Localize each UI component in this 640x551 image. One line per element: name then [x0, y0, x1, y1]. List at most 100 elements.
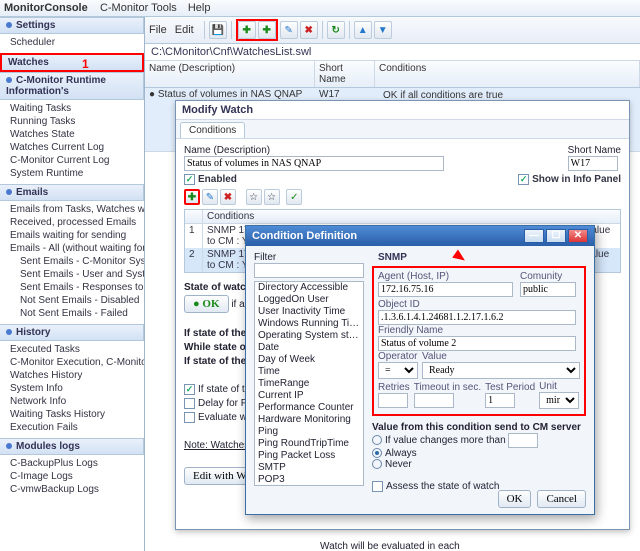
cond-add-icon[interactable]: ✚	[184, 189, 200, 205]
sidebar-item-scheduler[interactable]: Scheduler	[10, 36, 144, 49]
down-icon[interactable]: ▼	[374, 21, 392, 39]
value-select[interactable]: Ready	[422, 362, 580, 379]
friendly-input[interactable]	[378, 336, 576, 351]
filter-input[interactable]	[254, 263, 364, 278]
cond-down-icon[interactable]: ☆	[264, 189, 280, 205]
sidebar-item[interactable]: Sent Emails - C-Monitor System Messages	[10, 255, 144, 268]
retries-input[interactable]	[378, 393, 408, 408]
type-list-item[interactable]: POP3	[255, 474, 363, 486]
sidebar-item[interactable]: Emails waiting for sending	[10, 229, 144, 242]
short-input[interactable]	[568, 156, 618, 171]
edit-icon[interactable]: ✎	[280, 21, 298, 39]
sidebar-item[interactable]: Watches State	[10, 128, 144, 141]
type-list-item[interactable]: Date	[255, 342, 363, 354]
sidebar-item-watches[interactable]: Watches 1	[0, 53, 144, 72]
radio-changes[interactable]	[372, 435, 382, 445]
panel-settings[interactable]: Settings	[0, 17, 144, 34]
ok-button[interactable]: OK	[498, 490, 532, 508]
close-icon[interactable]: ✕	[568, 229, 588, 243]
changes-input[interactable]	[508, 433, 538, 448]
save-icon[interactable]: 💾	[209, 21, 227, 39]
panel-runtime[interactable]: C-Monitor Runtime Information's	[0, 72, 144, 100]
sidebar-item[interactable]: Network Info	[10, 395, 144, 408]
sidebar-item[interactable]: Waiting Tasks History	[10, 408, 144, 421]
radio-always[interactable]	[372, 448, 382, 458]
enabled-checkbox[interactable]: ✓	[184, 174, 195, 185]
cancel-button[interactable]: Cancel	[537, 490, 586, 508]
type-list-item[interactable]: TimeRange	[255, 378, 363, 390]
chk-state[interactable]: ✓	[184, 384, 195, 395]
type-list-item[interactable]: LoggedOn User	[255, 294, 363, 306]
sidebar-item[interactable]: Emails from Tasks, Watches waiting for s…	[10, 203, 144, 216]
sidebar-item[interactable]: Emails - All (without waiting for sendin…	[10, 242, 144, 255]
assess-checkbox[interactable]	[372, 481, 383, 492]
menu-help[interactable]: Help	[188, 2, 211, 14]
operator-select[interactable]: =	[378, 362, 418, 379]
sidebar-item[interactable]: System Runtime	[10, 167, 144, 180]
type-list-item[interactable]: SMTP	[255, 462, 363, 474]
sidebar-item[interactable]: System Info	[10, 382, 144, 395]
type-list-item[interactable]: Operating System started	[255, 330, 363, 342]
panel-history[interactable]: History	[0, 324, 144, 341]
type-list-item[interactable]: Directory Accessible	[255, 282, 363, 294]
cond-up-icon[interactable]: ☆	[246, 189, 262, 205]
cond-del-icon[interactable]: ✖	[220, 189, 236, 205]
state-ok-button[interactable]: ● OK	[184, 295, 229, 313]
community-input[interactable]	[520, 282, 576, 297]
sidebar-item[interactable]: C-BackupPlus Logs	[10, 457, 144, 470]
callout-1: 1	[82, 57, 89, 71]
type-list[interactable]: Directory AccessibleLoggedOn UserUser In…	[254, 281, 364, 486]
type-list-item[interactable]: Current IP	[255, 390, 363, 402]
refresh-icon[interactable]: ↻	[327, 21, 345, 39]
agent-input[interactable]	[378, 282, 513, 297]
sidebar-item[interactable]: Watches History	[10, 369, 144, 382]
type-list-item[interactable]: Windows Running Time	[255, 318, 363, 330]
sidebar-item[interactable]: C-vmwBackup Logs	[10, 483, 144, 496]
max-icon[interactable]: ☐	[546, 229, 566, 243]
type-list-item[interactable]: Performance Counter	[255, 402, 363, 414]
add-icon[interactable]: ✚	[238, 21, 256, 39]
grid-header: Name (Description) Short Name Conditions	[145, 61, 640, 88]
sidebar-item[interactable]: Sent Emails - User and System tasks Resu…	[10, 268, 144, 281]
name-input[interactable]	[184, 156, 444, 171]
up-icon[interactable]: ▲	[354, 21, 372, 39]
type-list-item[interactable]: Hardware Monitoring	[255, 414, 363, 426]
type-list-item[interactable]: Ping	[255, 426, 363, 438]
showinfo-checkbox[interactable]: ✓	[518, 174, 529, 185]
chk-eval[interactable]	[184, 412, 195, 423]
type-list-item[interactable]: Time	[255, 366, 363, 378]
sidebar-item[interactable]: Executed Tasks	[10, 343, 144, 356]
menu-tools[interactable]: C-Monitor Tools	[100, 2, 177, 14]
min-icon[interactable]: —	[524, 229, 544, 243]
sidebar-item[interactable]: Waiting Tasks	[10, 102, 144, 115]
timeout-input[interactable]	[414, 393, 454, 408]
type-list-item[interactable]: Day of Week	[255, 354, 363, 366]
sidebar-item[interactable]: Watches Current Log	[10, 141, 144, 154]
sidebar-item[interactable]: Not Sent Emails - Failed	[10, 307, 144, 320]
sidebar-item[interactable]: Sent Emails - Responses to CM queries	[10, 281, 144, 294]
objectid-input[interactable]	[378, 310, 576, 325]
panel-modules[interactable]: Modules logs	[0, 438, 144, 455]
sidebar-item[interactable]: C-Monitor Execution, C-Monitor Log Histo…	[10, 356, 144, 369]
radio-never[interactable]	[372, 459, 382, 469]
sidebar-item[interactable]: Execution Fails	[10, 421, 144, 434]
sidebar-item[interactable]: Not Sent Emails - Disabled	[10, 294, 144, 307]
sidebar-item[interactable]: Running Tasks	[10, 115, 144, 128]
cond-check-icon[interactable]: ✓	[286, 189, 302, 205]
type-list-item[interactable]: User Inactivity Time	[255, 306, 363, 318]
type-list-item[interactable]: Ping RoundTripTime	[255, 438, 363, 450]
sidebar-item[interactable]: C-Image Logs	[10, 470, 144, 483]
cond-edit-icon[interactable]: ✎	[202, 189, 218, 205]
unit-select[interactable]: min	[539, 392, 579, 409]
period-input[interactable]	[485, 393, 515, 408]
toolbar-edit[interactable]: Edit	[175, 24, 194, 36]
type-list-item[interactable]: Ping Packet Loss	[255, 450, 363, 462]
delete-icon[interactable]: ✖	[300, 21, 318, 39]
tab-conditions[interactable]: Conditions	[180, 122, 245, 138]
sidebar-item[interactable]: Received, processed Emails	[10, 216, 144, 229]
add-wizard-icon[interactable]: ✚	[258, 21, 276, 39]
sidebar-item[interactable]: C-Monitor Current Log	[10, 154, 144, 167]
toolbar-file[interactable]: File	[149, 24, 167, 36]
panel-emails[interactable]: Emails	[0, 184, 144, 201]
chk-delay[interactable]	[184, 398, 195, 409]
